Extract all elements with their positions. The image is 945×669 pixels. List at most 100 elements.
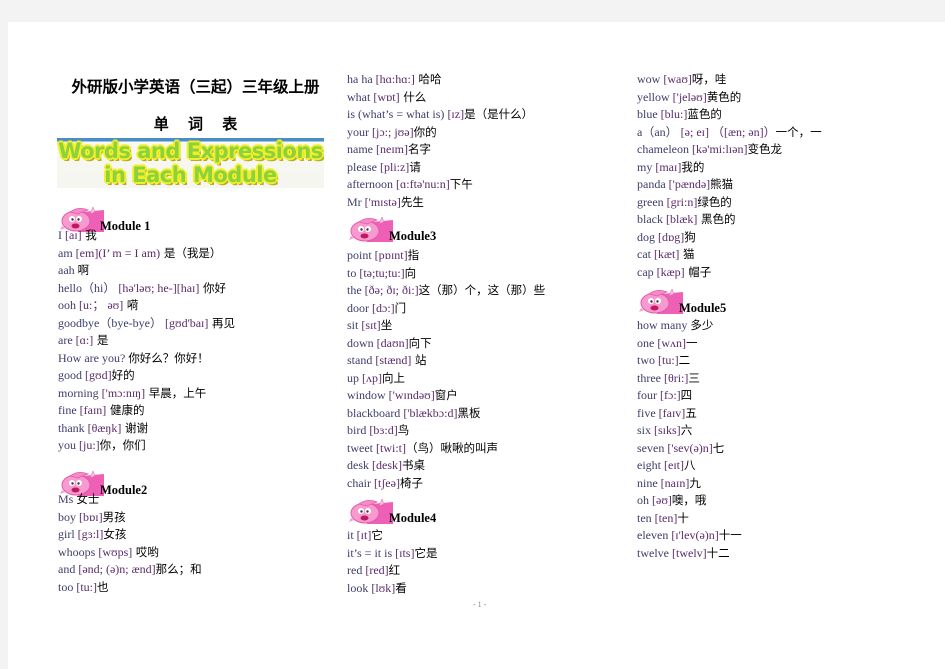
english-word: cap — [637, 264, 654, 279]
vocabulary-entry: my [maɪ]我的 — [637, 159, 704, 176]
vocabulary-entry: the [ðə; ðɪ; ði:]这（那）个，这（那）些 — [347, 282, 545, 299]
vocabulary-entry: oh [əʊ]噢，哦 — [637, 492, 706, 509]
phonetic: [jɔ:; jʊə] — [372, 124, 414, 139]
phonetic: [hə'ləʊ; he-][haɪ] — [118, 280, 200, 295]
phonetic: [daʊn] — [376, 335, 409, 350]
chinese-meaning: 谢谢 — [121, 420, 149, 435]
chinese-meaning: 蓝色的 — [687, 107, 722, 121]
english-word: two — [637, 353, 655, 367]
document-subtitle: 单 词 表 — [153, 115, 238, 133]
vocabulary-entry: how many 多少 — [637, 317, 713, 334]
english-word: thank — [58, 420, 85, 435]
vocabulary-entry: morning ['mɔ:nɪŋ] 早晨，上午 — [58, 385, 206, 402]
english-word: yellow — [637, 89, 670, 104]
english-word: it — [347, 528, 354, 542]
english-word: red — [347, 563, 363, 577]
vocabulary-entry: up [ʌp]向上 — [347, 370, 405, 387]
phonetic: [bɒɪ] — [79, 509, 103, 524]
english-word: the — [347, 283, 362, 297]
vocabulary-entry: stand [stænd] 站 — [347, 352, 427, 369]
vocabulary-entry: black [blæk] 黑色的 — [637, 211, 736, 228]
phonetic: [ɪz] — [447, 107, 465, 121]
english-word: black — [637, 212, 663, 226]
phonetic: [dɔ:] — [372, 300, 395, 315]
phonetic: [dɒg] — [658, 229, 685, 244]
chinese-meaning: 早晨，上午 — [145, 385, 207, 400]
module-title: Module2 — [100, 483, 148, 497]
vocabulary-entry: cat [kæt] 猫 — [637, 246, 695, 263]
chinese-meaning: 绿色的 — [697, 194, 732, 209]
module-header: Module5 — [639, 288, 839, 316]
chinese-meaning: 六 — [680, 423, 693, 437]
phonetic: ['pændə] — [668, 177, 711, 191]
english-word: goodbye（bye-bye） — [58, 315, 162, 330]
module-title: Module3 — [389, 229, 437, 243]
english-word: sit — [347, 318, 359, 332]
vocabulary-entry: what [wɒt] 什么 — [347, 89, 426, 106]
vocabulary-entry: look [lʊk]看 — [347, 580, 407, 597]
english-word: to — [347, 265, 357, 280]
vocabulary-entry: whoops [wʊps] 哎哟 — [58, 544, 159, 561]
english-word: up — [347, 370, 359, 385]
english-word: three — [637, 370, 661, 385]
english-word: chameleon — [637, 142, 689, 156]
document-title: 外研版小学英语（三起）三年级上册 — [71, 78, 320, 96]
vocabulary-entry: girl [gɜ:l]女孩 — [58, 526, 126, 543]
english-word: ten — [637, 510, 652, 525]
chinese-meaning: 椅子 — [399, 475, 423, 490]
chinese-meaning: 九 — [689, 475, 701, 490]
phonetic: [u:； əʊ] — [79, 298, 124, 312]
chinese-meaning: 二 — [678, 353, 691, 367]
english-word: my — [637, 159, 653, 174]
vocabulary-entry: afternoon [ɑ:ftə'nu:n]下午 — [347, 176, 473, 193]
module-header: Module4 — [349, 498, 549, 526]
chinese-meaning: 女士 — [76, 492, 100, 506]
chinese-meaning: 名字 — [408, 142, 431, 156]
chinese-meaning: 熊猫 — [710, 177, 734, 191]
chinese-meaning: 五 — [685, 405, 697, 420]
vocabulary-entry: How are you? 你好么？你好！ — [58, 350, 209, 367]
phonetic: [blu:] — [660, 107, 688, 121]
chinese-meaning: 那么；和 — [155, 562, 202, 576]
chinese-meaning: 鸟 — [397, 423, 410, 437]
phonetic: [wʊps] — [98, 544, 133, 559]
vocabulary-entry: down [daʊn]向下 — [347, 335, 432, 352]
phonetic: [sɪt] — [361, 318, 381, 332]
vocabulary-entry: chameleon [kə'mi:lɪən]变色龙 — [637, 141, 782, 158]
mascot-icon — [349, 498, 393, 524]
chinese-meaning: 是（我是） — [160, 245, 222, 260]
chinese-meaning: 好的 — [111, 368, 135, 382]
phonetic: [pɒɪnt] — [374, 248, 408, 262]
chinese-meaning: 是 — [93, 333, 109, 347]
english-word: am — [58, 245, 73, 260]
english-word: window — [347, 388, 386, 402]
english-word: five — [637, 405, 656, 420]
phonetic: [neɪm] — [376, 142, 408, 156]
chinese-meaning: 狗 — [684, 229, 696, 244]
vocabulary-entry: twelve [twelv]十二 — [637, 545, 730, 562]
vocabulary-entry: I [aɪ] 我 — [58, 227, 97, 244]
vocabulary-entry: to [tə;tu;tu:]向 — [347, 265, 416, 282]
vocabulary-entry: name [neɪm]名字 — [347, 141, 431, 158]
english-word: eight — [637, 458, 661, 472]
english-word: are — [58, 333, 73, 347]
vocabulary-entry: too [tu:]也 — [58, 579, 109, 596]
english-word: oh — [637, 493, 649, 507]
english-word: panda — [637, 177, 666, 191]
vocabulary-entry: window ['wɪndəʊ]窗户 — [347, 387, 458, 404]
phonetic: [fɔ:] — [660, 388, 681, 402]
vocabulary-entry: desk [desk]书桌 — [347, 457, 425, 474]
english-word: boy — [58, 509, 76, 524]
vocabulary-entry: blackboard ['blækbɔ:d]黑板 — [347, 405, 480, 422]
vocabulary-entry: five [faɪv]五 — [637, 405, 697, 422]
english-word: door — [347, 300, 369, 315]
vocabulary-entry: it [ɪt]它 — [347, 527, 383, 544]
vocabulary-entry: point [pɒɪnt]指 — [347, 247, 419, 264]
english-word: afternoon — [347, 177, 393, 191]
phonetic: ['blækbɔ:d] — [403, 405, 458, 420]
chinese-meaning: 十 — [677, 510, 689, 525]
vocabulary-entry: ooh [u:； əʊ] 嗬 — [58, 297, 138, 314]
chinese-meaning: 也 — [97, 579, 109, 594]
phonetic: [ɑ:ftə'nu:n] — [395, 177, 450, 191]
phonetic: [hɑ:hɑ:] — [375, 72, 415, 86]
